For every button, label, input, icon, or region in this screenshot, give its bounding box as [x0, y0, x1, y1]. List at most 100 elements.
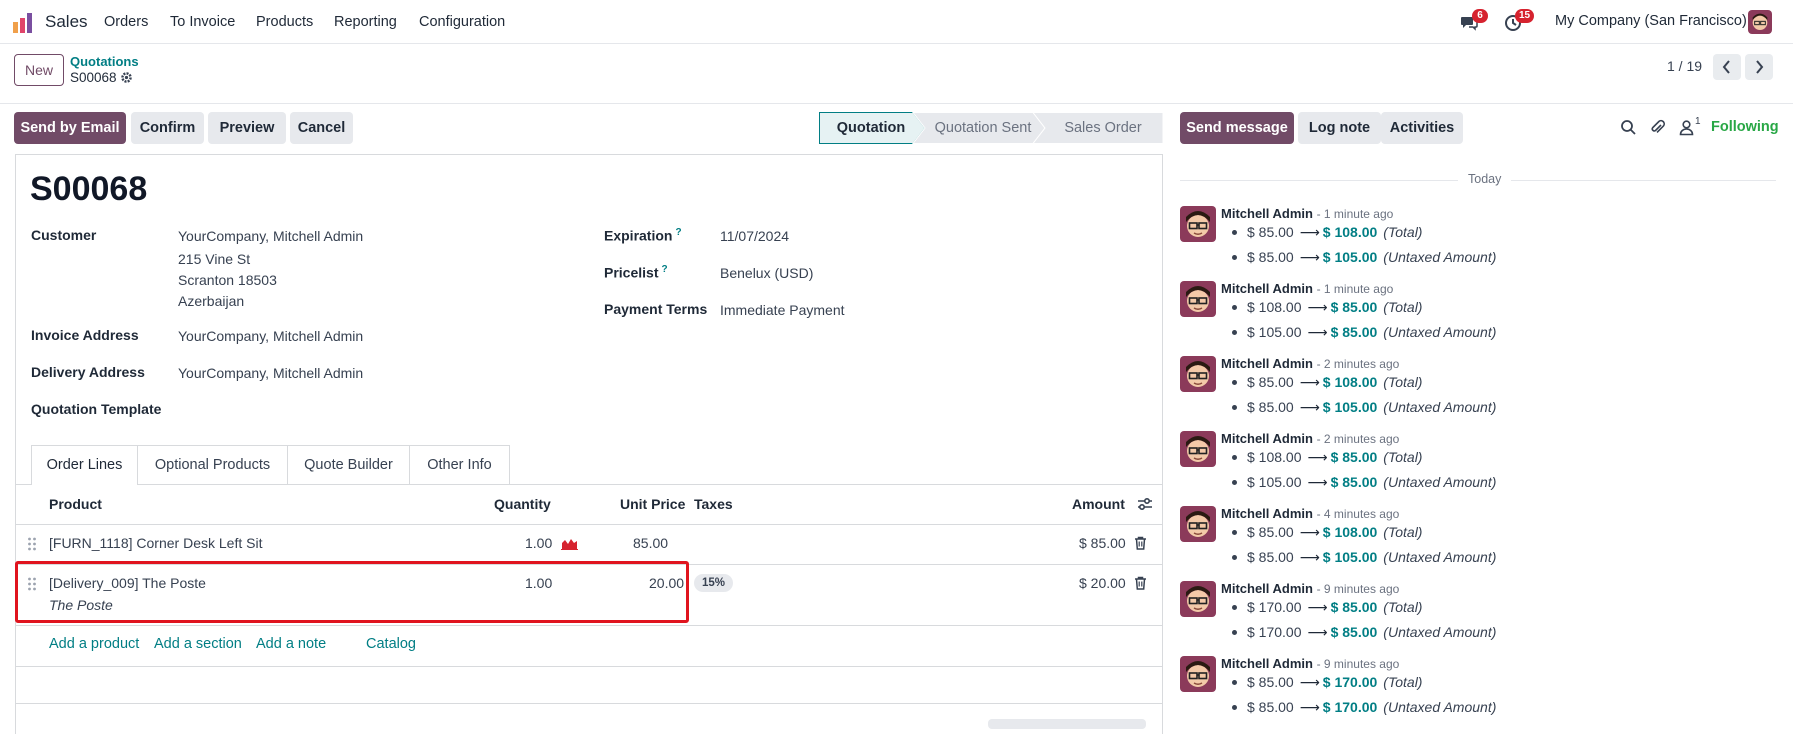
author-name[interactable]: Mitchell Admin [1221, 356, 1313, 371]
message-avatar[interactable] [1180, 656, 1216, 692]
author-name[interactable]: Mitchell Admin [1221, 281, 1313, 296]
preview-button[interactable]: Preview [208, 112, 286, 144]
line-1-amount: $ 85.00 [1079, 535, 1126, 551]
col-product[interactable]: Product [49, 496, 102, 512]
menu-to-invoice[interactable]: To Invoice [170, 14, 235, 30]
message-avatar[interactable] [1180, 356, 1216, 392]
tab-quote-builder[interactable]: Quote Builder [287, 445, 410, 484]
followers-icon[interactable] [1678, 119, 1695, 136]
message-avatar[interactable] [1180, 206, 1216, 242]
status-quotation-sent[interactable]: Quotation Sent [923, 112, 1043, 144]
message-author[interactable]: Mitchell Admin - 9 minutes ago [1221, 656, 1399, 671]
paperclip-icon[interactable] [1649, 119, 1666, 136]
message-avatar[interactable] [1180, 581, 1216, 617]
chevron-right-icon [1756, 60, 1764, 74]
company-switcher[interactable]: My Company (San Francisco) [1555, 13, 1747, 29]
col-taxes[interactable]: Taxes [694, 496, 733, 512]
message-avatar[interactable] [1180, 506, 1216, 542]
expiration-field[interactable]: 11/07/2024 [720, 228, 789, 244]
message-author[interactable]: Mitchell Admin - 2 minutes ago [1221, 356, 1399, 371]
author-name[interactable]: Mitchell Admin [1221, 206, 1313, 221]
status-quotation[interactable]: Quotation [819, 112, 923, 144]
tracking-value: $ 85.00 ⟶ $ 105.00 (Untaxed Amount) [1232, 249, 1496, 266]
drag-handle-icon[interactable] [27, 537, 37, 551]
menu-configuration[interactable]: Configuration [419, 14, 505, 30]
author-name[interactable]: Mitchell Admin [1221, 656, 1313, 671]
tax-tag[interactable]: 15% [694, 574, 734, 592]
col-amount[interactable]: Amount [1072, 496, 1125, 512]
message-avatar[interactable] [1180, 431, 1216, 467]
add-section-link[interactable]: Add a section [154, 636, 242, 652]
new-value: $ 170.00 [1322, 699, 1378, 715]
arrow-right-icon: ⟶ [1307, 324, 1328, 340]
message-author[interactable]: Mitchell Admin - 4 minutes ago [1221, 506, 1399, 521]
confirm-button[interactable]: Confirm [131, 112, 204, 144]
menu-orders[interactable]: Orders [104, 14, 148, 30]
optional-columns-icon[interactable] [1137, 497, 1153, 511]
payment-terms-field[interactable]: Immediate Payment [720, 302, 845, 318]
send-by-email-button[interactable]: Send by Email [14, 112, 126, 144]
message-author[interactable]: Mitchell Admin - 1 minute ago [1221, 206, 1393, 221]
trash-icon[interactable] [1134, 576, 1147, 590]
new-button[interactable]: New [14, 54, 64, 86]
arrow-right-icon: ⟶ [1299, 249, 1320, 265]
pricelist-field[interactable]: Benelux (USD) [720, 265, 813, 281]
new-value: $ 85.00 [1330, 324, 1378, 340]
status-sales-order[interactable]: Sales Order [1043, 112, 1163, 144]
delivery-address-field[interactable]: YourCompany, Mitchell Admin [178, 365, 363, 381]
arrow-right-icon: ⟶ [1307, 624, 1328, 640]
message-time: - 1 minute ago [1316, 207, 1394, 221]
author-name[interactable]: Mitchell Admin [1221, 431, 1313, 446]
col-quantity[interactable]: Quantity [494, 496, 551, 512]
pager-value[interactable]: 1 / 19 [1667, 58, 1702, 74]
message-author[interactable]: Mitchell Admin - 9 minutes ago [1221, 581, 1399, 596]
arrow-right-icon: ⟶ [1299, 399, 1320, 415]
following-button[interactable]: Following [1711, 119, 1779, 135]
tab-optional-products[interactable]: Optional Products [137, 445, 288, 484]
pager-next-button[interactable] [1745, 54, 1773, 80]
pricelist-help-icon[interactable]: ? [661, 264, 667, 275]
message-author[interactable]: Mitchell Admin - 2 minutes ago [1221, 431, 1399, 446]
invoice-address-field[interactable]: YourCompany, Mitchell Admin [178, 328, 363, 344]
send-message-button[interactable]: Send message [1180, 112, 1294, 144]
search-icon[interactable] [1620, 119, 1637, 136]
row-divider [15, 524, 1163, 525]
author-name[interactable]: Mitchell Admin [1221, 581, 1313, 596]
chevron-left-icon [1722, 60, 1730, 74]
add-product-link[interactable]: Add a product [49, 636, 139, 652]
log-note-button[interactable]: Log note [1298, 112, 1381, 144]
arrow-right-icon: ⟶ [1299, 699, 1320, 715]
catalog-link[interactable]: Catalog [366, 636, 416, 652]
trash-icon[interactable] [1134, 536, 1147, 550]
breadcrumb-quotations[interactable]: Quotations [70, 54, 139, 69]
message-author[interactable]: Mitchell Admin - 1 minute ago [1221, 281, 1393, 296]
message-avatar[interactable] [1180, 281, 1216, 317]
add-note-link[interactable]: Add a note [256, 636, 326, 652]
totals-button[interactable] [988, 719, 1146, 729]
bullet-icon [1232, 404, 1237, 410]
tab-order-lines[interactable]: Order Lines [31, 445, 138, 485]
message-time: - 2 minutes ago [1316, 432, 1400, 446]
col-unit-price[interactable]: Unit Price [620, 496, 685, 512]
line-1-product[interactable]: [FURN_1118] Corner Desk Left Sit [49, 535, 262, 551]
user-avatar[interactable] [1748, 10, 1772, 34]
pager-previous-button[interactable] [1713, 54, 1741, 80]
author-name[interactable]: Mitchell Admin [1221, 506, 1313, 521]
customer-name[interactable]: YourCompany, Mitchell Admin [178, 228, 363, 244]
control-panel: New Quotations S00068 1 / 19 [0, 44, 1793, 104]
tab-other-info[interactable]: Other Info [409, 445, 510, 484]
expiration-help-icon[interactable]: ? [675, 227, 681, 238]
old-value: $ 85.00 [1247, 249, 1294, 265]
gear-icon[interactable] [120, 71, 133, 84]
forecast-chart-icon[interactable] [561, 537, 578, 550]
line-1-unit-price[interactable]: 85.00 [633, 535, 668, 551]
menu-reporting[interactable]: Reporting [334, 14, 397, 30]
row-divider [15, 625, 1163, 626]
breadcrumb-current: S00068 [70, 70, 117, 85]
app-name[interactable]: Sales [45, 12, 88, 32]
line-1-quantity[interactable]: 1.00 [525, 535, 552, 551]
menu-products[interactable]: Products [256, 14, 313, 30]
activities-button[interactable]: Activities [1381, 112, 1463, 144]
sales-app-icon[interactable] [12, 12, 34, 34]
cancel-button[interactable]: Cancel [290, 112, 353, 144]
